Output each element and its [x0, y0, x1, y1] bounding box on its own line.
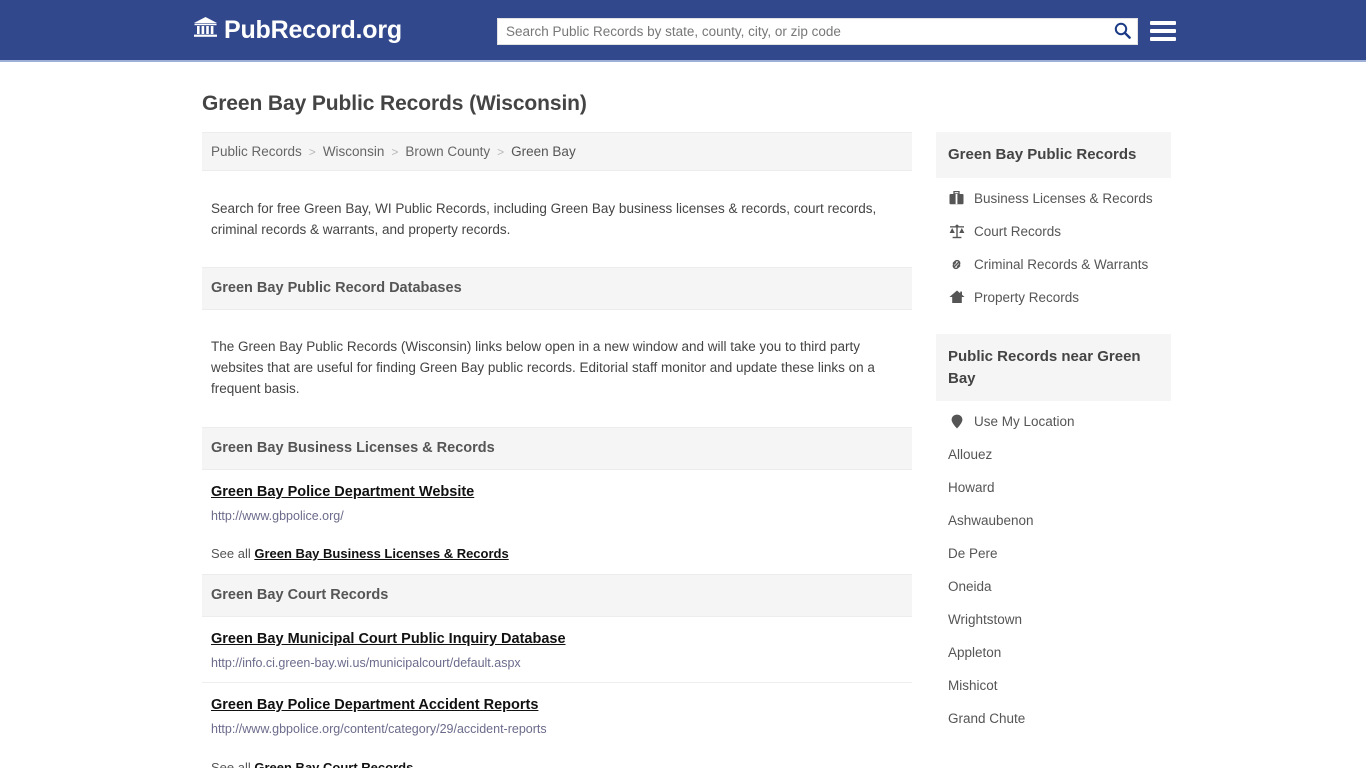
see-all-business-licenses: See all Green Bay Business Licenses & Re…	[202, 535, 912, 574]
handcuffs-icon	[948, 257, 965, 272]
sidebar-item-de-pere[interactable]: De Pere	[936, 537, 1171, 570]
breadcrumb-separator: >	[391, 144, 399, 159]
main-content-column: Public Records > Wisconsin > Brown Count…	[202, 132, 912, 768]
breadcrumb-separator: >	[497, 144, 505, 159]
page-title: Green Bay Public Records (Wisconsin)	[202, 92, 587, 115]
bank-icon	[194, 17, 217, 43]
page-body: Green Bay Public Records (Wisconsin) Pub…	[0, 92, 1366, 768]
search-icon	[1114, 22, 1131, 42]
section-title: Green Bay Public Record Databases	[211, 280, 462, 296]
map-pin-icon	[948, 414, 965, 429]
sidebar-item-label: Ashwaubenon	[948, 513, 1034, 529]
sidebar-item-label: Court Records	[974, 223, 1062, 239]
top-navigation-bar: PubRecord.org	[0, 0, 1366, 62]
breadcrumb-item-green-bay: Green Bay	[511, 144, 576, 159]
list-item: Green Bay Police Department Website http…	[202, 470, 912, 535]
breadcrumb: Public Records > Wisconsin > Brown Count…	[202, 132, 912, 171]
sidebar-nearby-list: Use My Location Allouez Howard Ashwauben…	[936, 401, 1171, 735]
sidebar-item-label: Criminal Records & Warrants	[974, 256, 1149, 272]
breadcrumb-item-public-records[interactable]: Public Records	[211, 144, 302, 159]
see-all-court-records: See all Green Bay Court Records	[202, 749, 912, 768]
sidebar-item-howard[interactable]: Howard	[936, 471, 1171, 504]
sidebar-item-label: Oneida	[948, 579, 992, 595]
intro-paragraph: Search for free Green Bay, WI Public Rec…	[211, 200, 877, 237]
sidebar-item-label: De Pere	[948, 546, 998, 562]
breadcrumb-separator: >	[308, 144, 316, 159]
home-icon	[948, 290, 965, 304]
see-all-link[interactable]: Green Bay Business Licenses & Records	[254, 546, 508, 561]
databases-description: The Green Bay Public Records (Wisconsin)…	[211, 339, 875, 397]
site-logo-link[interactable]: PubRecord.org	[194, 17, 402, 43]
sidebar-item-court-records[interactable]: Court Records	[936, 215, 1171, 248]
record-link-title[interactable]: Green Bay Police Department Accident Rep…	[211, 696, 538, 714]
briefcase-icon	[948, 191, 965, 205]
sidebar-item-appleton[interactable]: Appleton	[936, 636, 1171, 669]
sidebar-item-mishicot[interactable]: Mishicot	[936, 669, 1171, 702]
breadcrumb-item-brown-county[interactable]: Brown County	[405, 144, 490, 159]
breadcrumb-item-wisconsin[interactable]: Wisconsin	[323, 144, 385, 159]
search-bar[interactable]	[497, 18, 1138, 45]
sidebar-item-label: Mishicot	[948, 678, 998, 694]
scales-of-justice-icon	[948, 224, 965, 239]
hamburger-menu-button[interactable]	[1150, 17, 1176, 45]
see-all-link[interactable]: Green Bay Court Records	[254, 760, 413, 768]
sidebar-item-wrightstown[interactable]: Wrightstown	[936, 603, 1171, 636]
sidebar-item-label: Wrightstown	[948, 612, 1023, 628]
sidebar-panel-header-near: Public Records near Green Bay	[936, 333, 1171, 402]
sidebar-item-property-records[interactable]: Property Records	[936, 281, 1171, 314]
sidebar-item-label: Use My Location	[974, 414, 1075, 430]
sidebar-item-criminal-records[interactable]: Criminal Records & Warrants	[936, 248, 1171, 281]
sidebar-item-allouez[interactable]: Allouez	[936, 438, 1171, 471]
content-container: Green Bay Public Records (Wisconsin) Pub…	[193, 92, 1173, 768]
sidebar-panel-title: Green Bay Public Records	[948, 146, 1137, 163]
sidebar-item-label: Property Records	[974, 289, 1080, 305]
list-item: Green Bay Police Department Accident Rep…	[202, 683, 912, 748]
two-column-layout: Public Records > Wisconsin > Brown Count…	[202, 132, 1173, 768]
record-link-url[interactable]: http://www.gbpolice.org/content/category…	[211, 721, 903, 737]
sidebar-item-label: Appleton	[948, 645, 1002, 661]
section-header-databases: Green Bay Public Record Databases	[202, 267, 912, 310]
sidebar-item-ashwaubenon[interactable]: Ashwaubenon	[936, 504, 1171, 537]
section-header-court-records: Green Bay Court Records	[202, 574, 912, 617]
section-header-business-licenses: Green Bay Business Licenses & Records	[202, 426, 912, 470]
record-link-title[interactable]: Green Bay Police Department Website	[211, 483, 474, 501]
sidebar-item-label: Howard	[948, 480, 995, 496]
sidebar-item-label: Business Licenses & Records	[974, 190, 1153, 206]
sidebar-item-label: Allouez	[948, 447, 993, 463]
sidebar-item-label: Grand Chute	[948, 711, 1026, 727]
see-all-prefix: See all	[211, 546, 255, 562]
sidebar-item-business-licenses[interactable]: Business Licenses & Records	[936, 182, 1171, 215]
record-link-url[interactable]: http://www.gbpolice.org/	[211, 508, 903, 524]
section-title: Green Bay Business Licenses & Records	[211, 439, 495, 456]
hamburger-menu-icon	[1150, 21, 1176, 25]
hamburger-menu-icon-bar	[1150, 29, 1176, 33]
sidebar-panel-title: Public Records near Green Bay	[948, 347, 1141, 387]
sidebar-item-oneida[interactable]: Oneida	[936, 570, 1171, 603]
see-all-prefix: See all	[211, 759, 255, 768]
list-item: Green Bay Municipal Court Public Inquiry…	[202, 617, 912, 684]
sidebar: Green Bay Public Records Business Licens…	[936, 132, 1171, 735]
search-input[interactable]	[498, 19, 1107, 44]
record-link-title[interactable]: Green Bay Municipal Court Public Inquiry…	[211, 630, 566, 648]
brand-name: PubRecord.org	[224, 15, 402, 44]
sidebar-records-list: Business Licenses & Records Court Record…	[936, 178, 1171, 314]
sidebar-item-use-my-location[interactable]: Use My Location	[936, 405, 1171, 438]
sidebar-item-grand-chute[interactable]: Grand Chute	[936, 702, 1171, 735]
hamburger-menu-icon-bar	[1150, 37, 1176, 41]
record-link-url[interactable]: http://info.ci.green-bay.wi.us/municipal…	[211, 655, 903, 671]
search-button[interactable]	[1107, 19, 1137, 44]
section-title: Green Bay Court Records	[211, 587, 389, 604]
sidebar-panel-header-records: Green Bay Public Records	[936, 132, 1171, 178]
